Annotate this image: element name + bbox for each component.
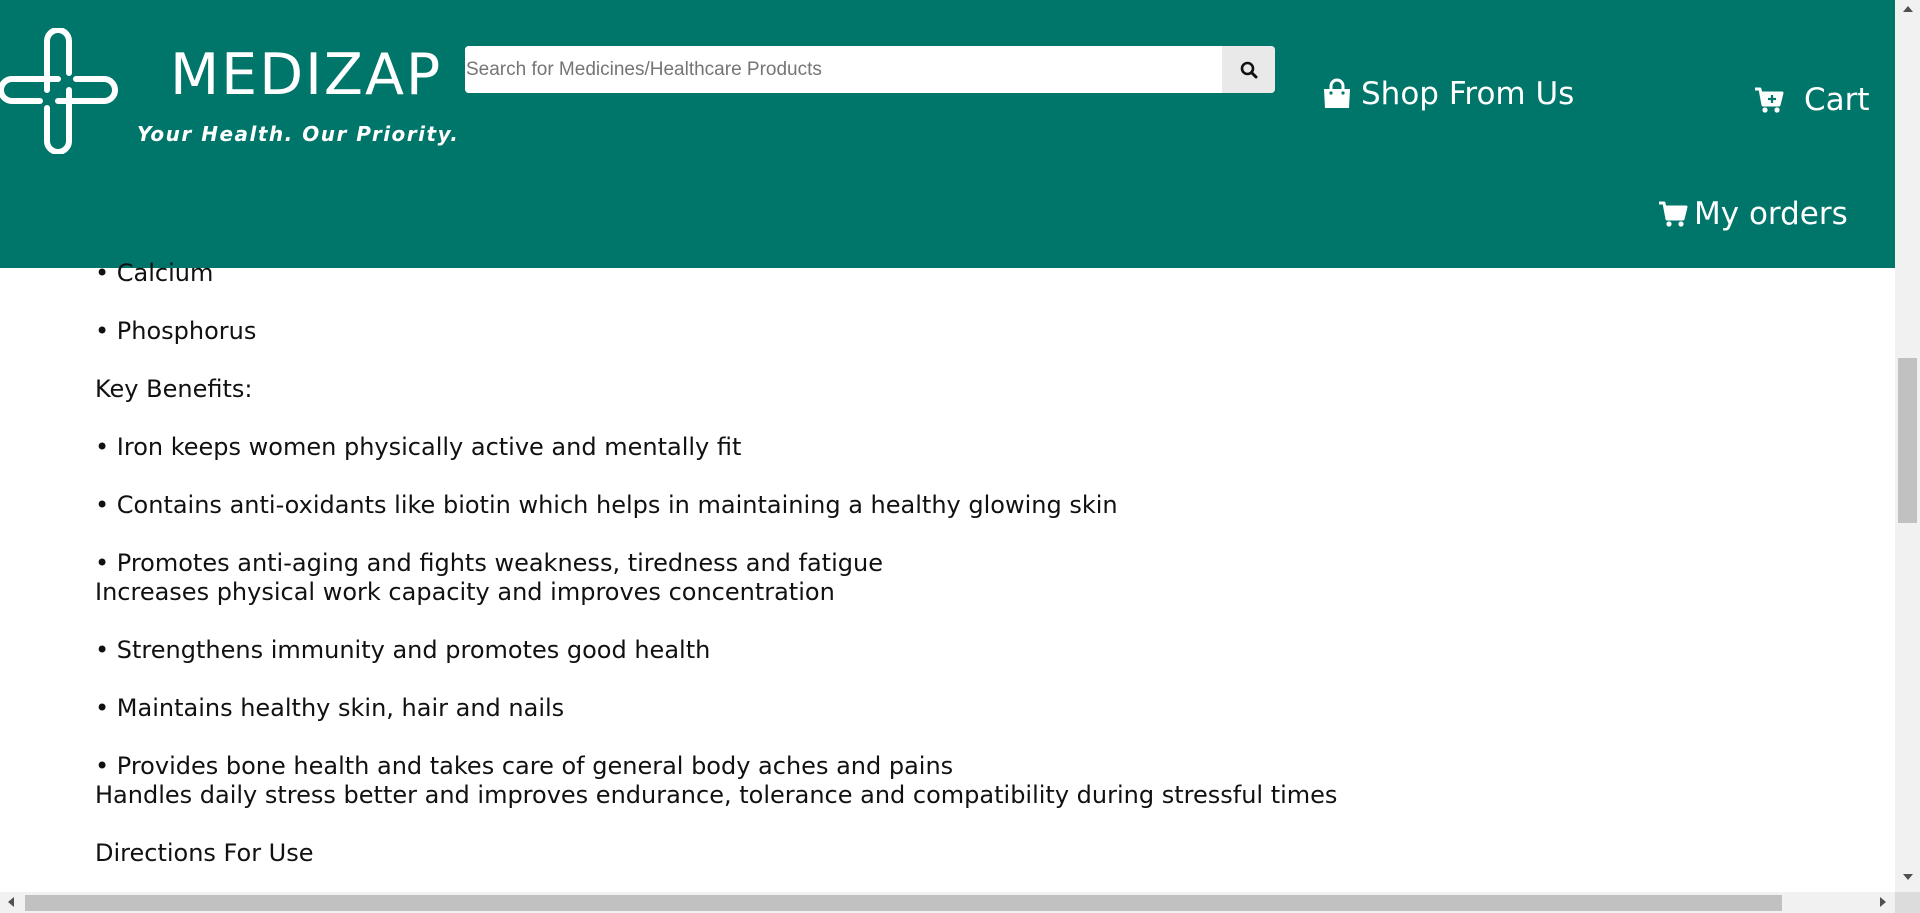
scroll-down-arrow-icon[interactable] [1903,874,1913,880]
site-header: MEDIZAP Your Health. Our Priority. Shop … [0,0,1895,268]
benefit-item-continued: Increases physical work capacity and imp… [95,578,835,606]
brand-tagline: Your Health. Our Priority. [137,122,460,146]
nav-shop-from-us[interactable]: Shop From Us [1322,76,1574,112]
brand-name[interactable]: MEDIZAP [170,40,442,110]
horizontal-scrollbar[interactable] [0,892,1895,913]
shopping-cart-icon [1659,201,1688,227]
benefit-item: • Strengthens immunity and promotes good… [95,636,711,664]
benefit-item-continued: Handles daily stress better and improves… [95,781,1338,809]
search-button[interactable] [1222,46,1275,93]
search-bar [465,46,1275,93]
section-heading-key-benefits: Key Benefits: [95,375,253,403]
benefit-item: • Promotes anti-aging and fights weaknes… [95,549,883,577]
scroll-right-arrow-icon[interactable] [1880,897,1886,907]
horizontal-scrollbar-thumb[interactable] [25,895,1782,911]
shopping-bag-icon [1324,78,1350,108]
benefit-item: • Iron keeps women physically active and… [95,433,742,461]
vertical-scrollbar-thumb[interactable] [1898,358,1917,523]
search-input[interactable] [465,46,1222,93]
nav-cart[interactable]: Cart [1754,82,1870,118]
scrollbar-corner [1895,892,1920,913]
scroll-left-arrow-icon[interactable] [8,897,14,907]
scroll-up-arrow-icon[interactable] [1903,6,1913,12]
nav-cart-label: Cart [1804,82,1870,118]
vertical-scrollbar[interactable] [1895,0,1920,892]
benefit-item: • Maintains healthy skin, hair and nails [95,694,565,722]
medical-cross-logo-icon[interactable] [0,27,120,155]
nav-shop-label: Shop From Us [1361,76,1575,112]
search-icon [1240,61,1257,78]
nav-my-orders[interactable]: My orders [1658,196,1848,232]
benefit-item: • Contains anti-oxidants like biotin whi… [95,491,1118,519]
nav-orders-label: My orders [1694,196,1848,232]
section-heading-directions: Directions For Use [95,839,314,867]
ingredient-item: • Calcium [95,259,214,287]
benefit-item: • Provides bone health and takes care of… [95,752,954,780]
ingredient-item: • Phosphorus [95,317,257,345]
cart-plus-icon [1755,87,1784,113]
